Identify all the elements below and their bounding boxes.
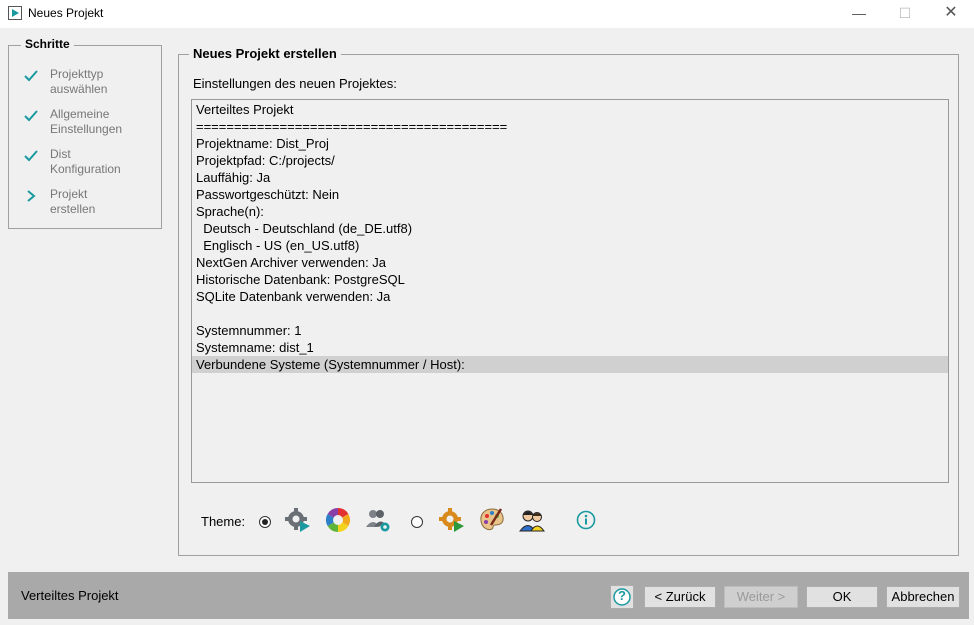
maximize-button[interactable]: ☐ — [882, 0, 928, 28]
theme-label: Theme: — [201, 514, 246, 529]
chevron-right-icon — [27, 190, 36, 202]
summary-line[interactable]: Systemname: dist_1 — [192, 339, 948, 356]
step-label: Konfiguration — [50, 162, 121, 176]
color-wheel-icon[interactable] — [325, 507, 351, 533]
steps-panel: Schritte Projekttyp auswählen Allgemeine E… — [8, 37, 162, 229]
summary-line[interactable] — [192, 305, 948, 322]
help-button[interactable]: ? — [610, 585, 634, 609]
summary-line[interactable]: Passwortgeschützt: Nein — [192, 186, 948, 203]
checkmark-icon — [24, 70, 38, 82]
summary-line[interactable]: Projektpfad: C:/projects/ — [192, 152, 948, 169]
summary-line-selected[interactable]: Verbundene Systeme (Systemnummer / Host)… — [192, 356, 948, 373]
summary-line[interactable]: NextGen Archiver verwenden: Ja — [192, 254, 948, 271]
step-label: Projekttyp — [50, 67, 104, 81]
summary-line[interactable]: Projektname: Dist_Proj — [192, 135, 948, 152]
step-label: Projekt — [50, 187, 88, 201]
title-bar: Neues Projekt — ☐ ✕ — [0, 0, 974, 28]
gear-arrow-icon[interactable] — [439, 507, 465, 533]
checkmark-icon — [24, 150, 38, 162]
summary-line[interactable]: Historische Datenbank: PostgreSQL — [192, 271, 948, 288]
summary-line[interactable]: Deutsch - Deutschland (de_DE.utf8) — [192, 220, 948, 237]
summary-line[interactable]: ========================================… — [192, 118, 948, 135]
people-icon[interactable] — [519, 507, 545, 533]
create-project-panel: Neues Projekt erstellen Einstellungen de… — [178, 46, 959, 556]
step-label: erstellen — [50, 202, 96, 216]
radio-dot — [262, 519, 268, 525]
settings-heading: Einstellungen des neuen Projektes: — [193, 76, 397, 91]
status-text: Verteiltes Projekt — [21, 588, 119, 603]
theme-radio-1[interactable] — [259, 516, 271, 528]
panel-title: Neues Projekt erstellen — [189, 46, 341, 61]
steps-title: Schritte — [21, 37, 74, 51]
status-bar: Verteiltes Projekt ? < Zurück Weiter > O… — [8, 572, 969, 619]
help-label: ? — [618, 588, 626, 603]
cancel-button[interactable]: Abbrechen — [886, 586, 960, 608]
settings-summary-list[interactable]: Verteiltes Projekt =====================… — [191, 99, 949, 483]
summary-line[interactable]: Systemnummer: 1 — [192, 322, 948, 339]
step-label: Einstellungen — [50, 122, 123, 136]
app-icon — [8, 6, 22, 20]
users-gear-icon[interactable] — [365, 507, 391, 533]
next-button[interactable]: Weiter > — [724, 586, 798, 608]
palette-icon[interactable] — [479, 507, 505, 533]
summary-line[interactable]: Englisch - US (en_US.utf8) — [192, 237, 948, 254]
close-button[interactable]: ✕ — [928, 0, 974, 28]
window-title: Neues Projekt — [28, 6, 104, 20]
summary-line[interactable]: Lauffähig: Ja — [192, 169, 948, 186]
checkmark-icon — [24, 110, 38, 122]
theme-radio-2[interactable] — [411, 516, 423, 528]
back-button[interactable]: < Zurück — [644, 586, 716, 608]
minimize-button[interactable]: — — [836, 0, 882, 28]
step-label: Allgemeine — [50, 107, 110, 121]
summary-line[interactable]: SQLite Datenbank verwenden: Ja — [192, 288, 948, 305]
step-label: Dist — [50, 147, 71, 161]
info-icon[interactable] — [573, 507, 599, 533]
summary-line[interactable]: Verteiltes Projekt — [192, 101, 948, 118]
ok-button[interactable]: OK — [806, 586, 878, 608]
gear-play-icon[interactable] — [285, 507, 311, 533]
summary-line[interactable]: Sprache(n): — [192, 203, 948, 220]
step-label: auswählen — [50, 82, 108, 96]
